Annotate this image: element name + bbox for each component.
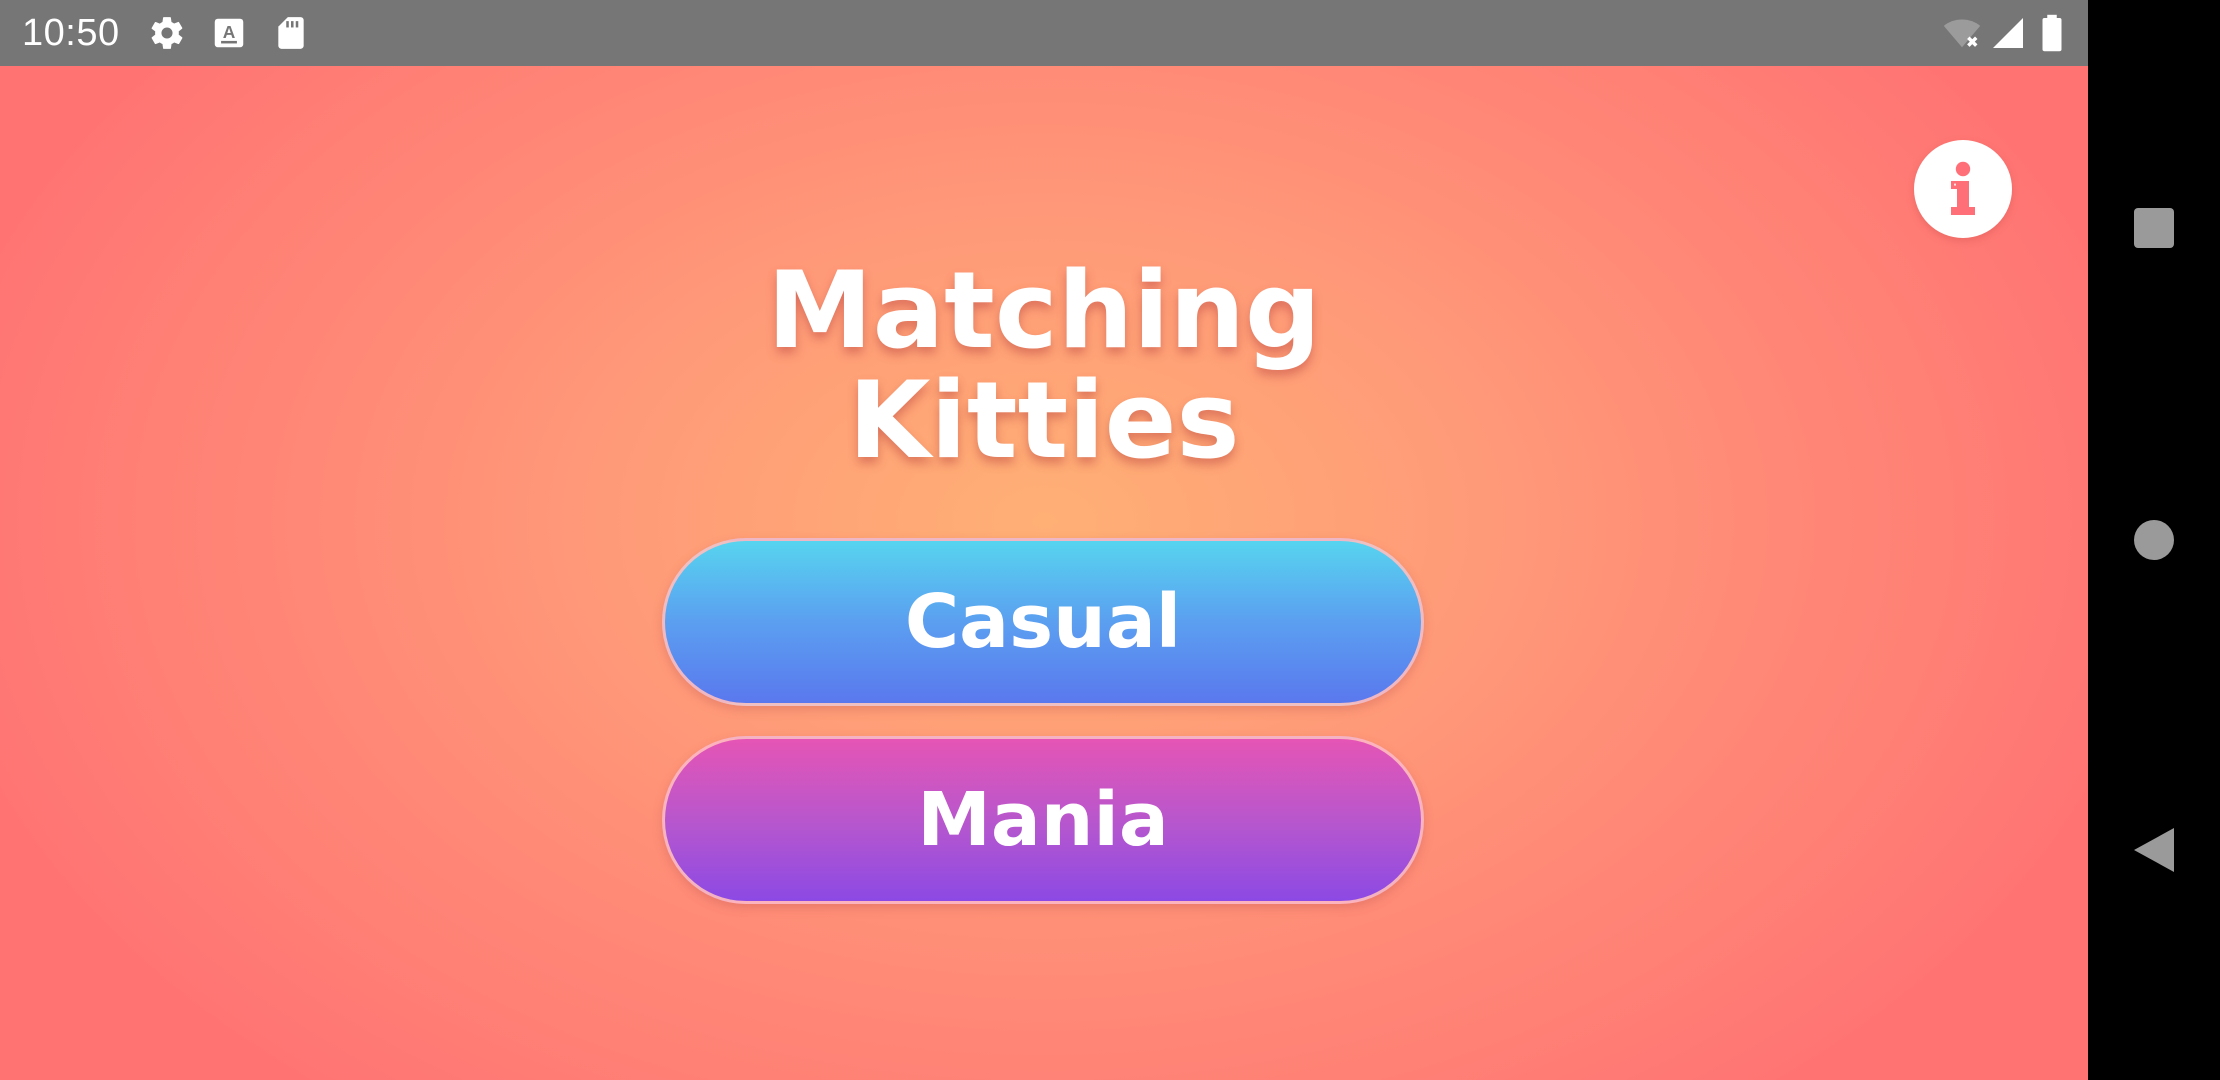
casual-mode-button[interactable]: Casual bbox=[662, 538, 1424, 706]
back-triangle-icon bbox=[2134, 828, 2174, 872]
info-button[interactable] bbox=[1914, 140, 2012, 238]
status-bar: 10:50 A bbox=[0, 0, 2088, 66]
home-button[interactable] bbox=[2088, 480, 2220, 600]
settings-icon bbox=[148, 14, 186, 52]
title-line-1: Matching bbox=[767, 249, 1321, 372]
device-screen: 10:50 A Matching Kitties Casual Mania bbox=[0, 0, 2220, 1080]
recents-button[interactable] bbox=[2088, 168, 2220, 288]
battery-icon bbox=[2040, 14, 2078, 52]
wifi-off-icon bbox=[1942, 14, 1981, 52]
keyboard-a-icon: A bbox=[210, 14, 248, 52]
svg-text:A: A bbox=[223, 22, 236, 42]
app-screen: Matching Kitties Casual Mania bbox=[0, 66, 2088, 1080]
recents-square-icon bbox=[2134, 208, 2174, 248]
home-circle-icon bbox=[2134, 520, 2174, 560]
mania-button-label: Mania bbox=[917, 777, 1169, 863]
info-icon bbox=[1951, 161, 1975, 215]
back-button[interactable] bbox=[2088, 790, 2220, 910]
cell-signal-icon bbox=[1990, 14, 2028, 52]
game-title: Matching Kitties bbox=[644, 256, 1444, 476]
status-time: 10:50 bbox=[22, 12, 120, 54]
casual-button-label: Casual bbox=[904, 579, 1182, 665]
sd-card-icon bbox=[272, 14, 310, 52]
mania-mode-button[interactable]: Mania bbox=[662, 736, 1424, 904]
navigation-bar bbox=[2088, 0, 2220, 1080]
title-line-2: Kitties bbox=[848, 359, 1240, 482]
